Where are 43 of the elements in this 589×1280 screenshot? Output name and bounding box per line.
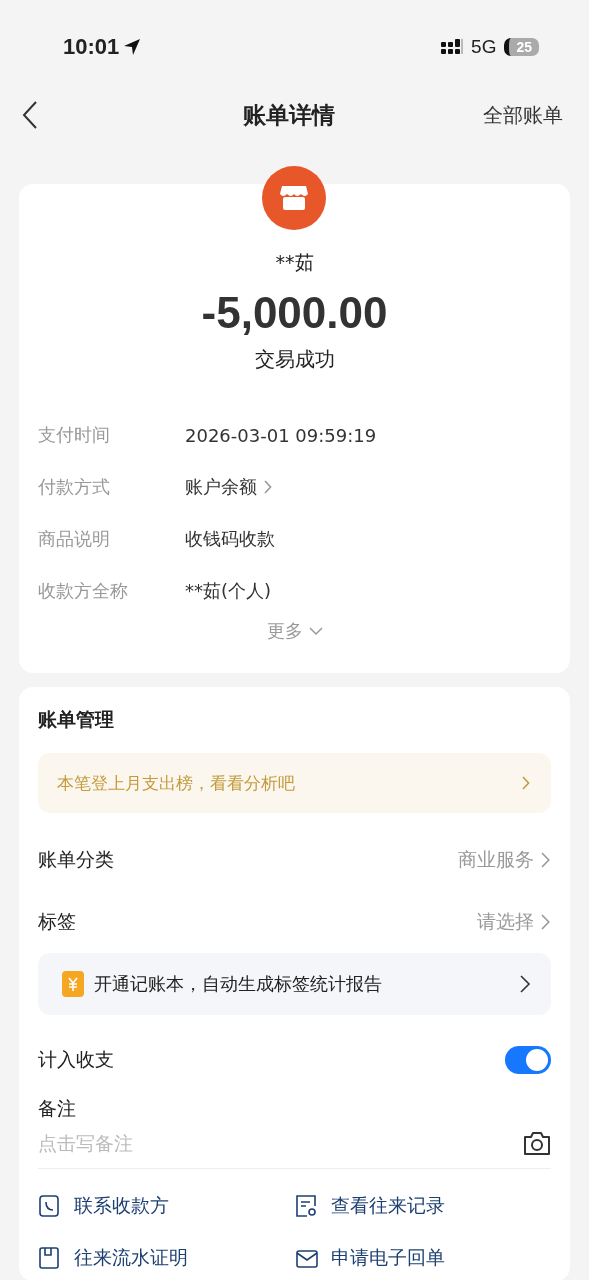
detail-link[interactable]: 账户余额 — [185, 475, 273, 499]
detail-label: 付款方式 — [38, 475, 111, 499]
detail-value: 2026-03-01 09:59:19 — [185, 424, 377, 446]
chevron-right-icon — [540, 913, 551, 931]
toggle-switch[interactable] — [505, 1046, 551, 1074]
location-arrow-icon — [123, 38, 142, 56]
camera-icon[interactable] — [523, 1130, 551, 1156]
detail-value: 收钱码收款 — [185, 527, 275, 551]
remark-label: 备注 — [38, 1096, 77, 1121]
network-label: 5G — [471, 36, 497, 58]
transaction-status: 交易成功 — [254, 346, 335, 373]
section-title: 账单管理 — [38, 707, 115, 732]
chevron-right-icon — [263, 479, 273, 495]
chevron-down-icon — [308, 626, 323, 636]
clock-time: 10:01 — [63, 34, 120, 60]
page-title: 账单详情 — [242, 100, 335, 130]
document-icon — [38, 1246, 62, 1270]
amount: -5,000.00 — [201, 288, 388, 338]
remark-field[interactable]: 点击写备注 — [38, 1132, 338, 1154]
document-search-icon — [295, 1194, 319, 1218]
detail-label: 支付时间 — [38, 423, 111, 447]
toggle-label: 计入收支 — [38, 1047, 114, 1072]
detail-value: **茹(个人) — [185, 579, 272, 603]
payee-name: **茹 — [275, 250, 314, 275]
chevron-right-icon — [540, 851, 551, 869]
yuan-icon — [62, 971, 84, 997]
phone-icon — [38, 1194, 62, 1218]
action-link[interactable]: 联系收款方 — [38, 1193, 295, 1219]
detail-label: 收款方全称 — [38, 579, 129, 603]
ledger-banner[interactable]: 开通记账本，自动生成标签统计报告 — [38, 953, 551, 1015]
battery-indicator: 25 — [504, 38, 539, 56]
chevron-right-icon — [521, 775, 531, 791]
action-link[interactable]: 往来流水证明 — [38, 1245, 295, 1271]
row-label: 标签 — [38, 909, 76, 934]
detail-label: 商品说明 — [38, 527, 111, 551]
back-icon — [22, 100, 38, 130]
all-bills-link[interactable]: 全部账单 — [483, 101, 563, 129]
signal-icon — [441, 39, 464, 55]
action-link[interactable]: 申请电子回单 — [295, 1245, 551, 1271]
back-button[interactable] — [22, 100, 38, 130]
row-label: 账单分类 — [38, 847, 114, 872]
action-link[interactable]: 查看往来记录 — [295, 1193, 551, 1219]
chevron-right-icon — [519, 974, 531, 994]
